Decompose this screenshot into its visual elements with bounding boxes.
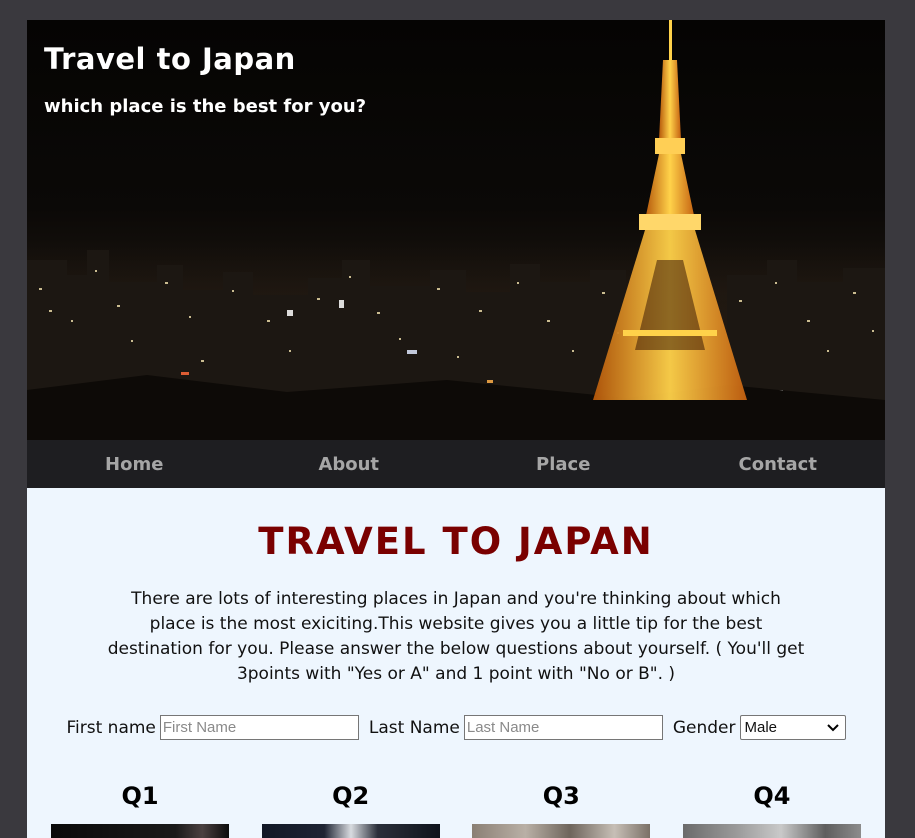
- nav-item-home[interactable]: Home: [27, 454, 242, 475]
- tower-shape: [593, 20, 747, 400]
- question-label: Q3: [542, 782, 580, 810]
- question-image[interactable]: [682, 824, 861, 838]
- site-subtitle: which place is the best for you?: [44, 96, 367, 117]
- question-label: Q4: [753, 782, 791, 810]
- question-label: Q1: [121, 782, 159, 810]
- question-label: Q2: [332, 782, 370, 810]
- main-nav: Home About Place Contact: [27, 440, 885, 488]
- question-image[interactable]: [472, 824, 651, 838]
- first-name-label: First name: [66, 717, 156, 738]
- gender-select[interactable]: Male: [739, 715, 846, 740]
- questions-row: Q1 Q2 Q3 Q4: [27, 782, 885, 838]
- hero-banner: Travel to Japan which place is the best …: [27, 20, 885, 440]
- question-card: Q2: [261, 782, 440, 838]
- question-image[interactable]: [51, 824, 229, 838]
- tokyo-tower-night-image: [27, 20, 885, 440]
- site-title: Travel to Japan: [44, 42, 296, 76]
- intro-text: There are lots of interesting places in …: [107, 589, 805, 684]
- question-image[interactable]: [261, 824, 440, 838]
- gender-selected-value: Male: [744, 719, 778, 736]
- last-name-input[interactable]: [463, 715, 663, 740]
- chevron-down-icon: [826, 723, 839, 731]
- main-content: TRAVEL TO JAPAN There are lots of intere…: [27, 520, 885, 838]
- user-info-form: First name Last Name Gender Male: [27, 715, 885, 740]
- question-card: Q3: [472, 782, 651, 838]
- question-card: Q1: [51, 782, 229, 838]
- page-title: TRAVEL TO JAPAN: [258, 520, 654, 563]
- page-frame: Travel to Japan which place is the best …: [27, 20, 885, 838]
- question-card: Q4: [682, 782, 861, 838]
- gender-label: Gender: [672, 717, 736, 738]
- first-name-input[interactable]: [159, 715, 359, 740]
- last-name-label: Last Name: [368, 717, 460, 738]
- nav-item-place[interactable]: Place: [456, 454, 671, 475]
- nav-item-about[interactable]: About: [242, 454, 457, 475]
- nav-item-contact[interactable]: Contact: [671, 454, 886, 475]
